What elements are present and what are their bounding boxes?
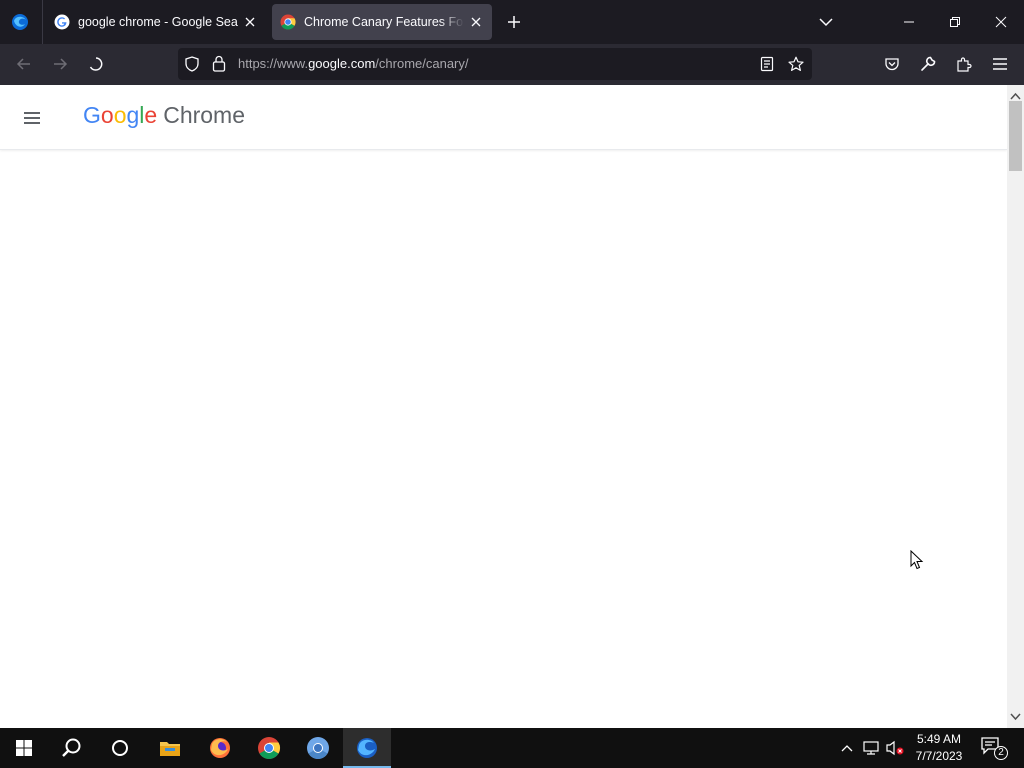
logo-letter: e <box>144 102 158 128</box>
firefox-icon[interactable] <box>196 728 244 768</box>
logo-product-name: Chrome <box>163 102 246 128</box>
navigation-toolbar: https://www.google.com/chrome/canary/ <box>0 44 1024 85</box>
tab-title: Chrome Canary Features For Developers <box>304 15 464 29</box>
site-header: Google Chrome <box>0 85 1007 150</box>
notification-count-badge: 2 <box>994 746 1008 760</box>
close-tab-icon[interactable] <box>468 14 484 30</box>
close-window-icon[interactable] <box>978 0 1024 44</box>
tab-chrome-canary[interactable]: Chrome Canary Features For Developers <box>272 4 492 40</box>
system-clock[interactable]: 5:49 AM 7/7/2023 <box>910 731 968 765</box>
scrollbar-thumb[interactable] <box>1009 101 1022 171</box>
tracking-protection-shield-icon[interactable] <box>184 56 200 77</box>
network-icon[interactable] <box>860 728 882 768</box>
file-explorer-folder-icon[interactable] <box>146 728 194 768</box>
logo-letter: g <box>126 102 140 128</box>
url-text[interactable]: https://www.google.com/chrome/canary/ <box>238 56 469 71</box>
logo-letter: o <box>113 102 127 128</box>
address-bar[interactable]: https://www.google.com/chrome/canary/ <box>178 48 812 80</box>
pocket-icon[interactable] <box>880 52 904 76</box>
list-all-tabs-chevron-icon[interactable] <box>814 10 838 34</box>
chrome-icon[interactable] <box>245 728 293 768</box>
tab-separator <box>42 0 43 44</box>
loading-stop-icon[interactable] <box>84 52 108 76</box>
app-menu-hamburger-icon[interactable] <box>988 52 1012 76</box>
action-center-notifications-icon[interactable]: 2 <box>980 736 1008 760</box>
chrome-icon <box>280 14 296 30</box>
url-domain: google.com <box>308 56 376 71</box>
google-g-icon <box>54 14 70 30</box>
search-icon[interactable] <box>48 728 96 768</box>
forward-arrow-icon[interactable] <box>48 52 72 76</box>
minimize-window-icon[interactable] <box>886 0 932 44</box>
page-scrollbar[interactable] <box>1007 85 1024 728</box>
volume-muted-icon[interactable] <box>884 728 906 768</box>
firefox-view-icon[interactable] <box>8 10 32 34</box>
url-path: /chrome/canary/ <box>375 56 469 71</box>
wrench-icon[interactable] <box>916 52 940 76</box>
google-chrome-logo[interactable]: Google Chrome <box>83 102 245 129</box>
mouse-pointer-icon <box>910 549 924 575</box>
logo-letter: o <box>100 102 114 128</box>
clock-date: 7/7/2023 <box>915 749 963 763</box>
firefox-nightly-icon[interactable] <box>343 728 391 768</box>
reader-view-icon[interactable] <box>760 56 774 77</box>
tab-title: google chrome - Google Search <box>78 15 238 29</box>
tab-google-search[interactable]: google chrome - Google Search <box>46 4 266 40</box>
cortana-icon[interactable] <box>96 728 144 768</box>
restore-window-icon[interactable] <box>932 0 978 44</box>
tab-strip: google chrome - Google Search Chrome Can… <box>0 0 1024 44</box>
windows-taskbar: 5:49 AM 7/7/2023 2 <box>0 728 1024 768</box>
web-page: Google Chrome <box>0 85 1024 728</box>
show-hidden-icons-chevron-icon[interactable] <box>838 728 856 768</box>
chromium-icon[interactable] <box>294 728 342 768</box>
windows-start-icon[interactable] <box>0 728 48 768</box>
bookmark-star-icon[interactable] <box>788 56 804 77</box>
scroll-down-arrow-icon[interactable] <box>1010 708 1021 726</box>
logo-letter: G <box>83 102 101 128</box>
clock-time: 5:49 AM <box>916 732 962 746</box>
close-tab-icon[interactable] <box>242 14 258 30</box>
site-menu-hamburger-icon[interactable] <box>20 106 44 130</box>
lock-icon[interactable] <box>212 55 226 77</box>
url-prefix: https://www. <box>238 56 309 71</box>
back-arrow-icon[interactable] <box>12 52 36 76</box>
new-tab-plus-icon[interactable] <box>502 10 526 34</box>
extensions-puzzle-icon[interactable] <box>952 52 976 76</box>
screen: google chrome - Google Search Chrome Can… <box>0 0 1024 768</box>
